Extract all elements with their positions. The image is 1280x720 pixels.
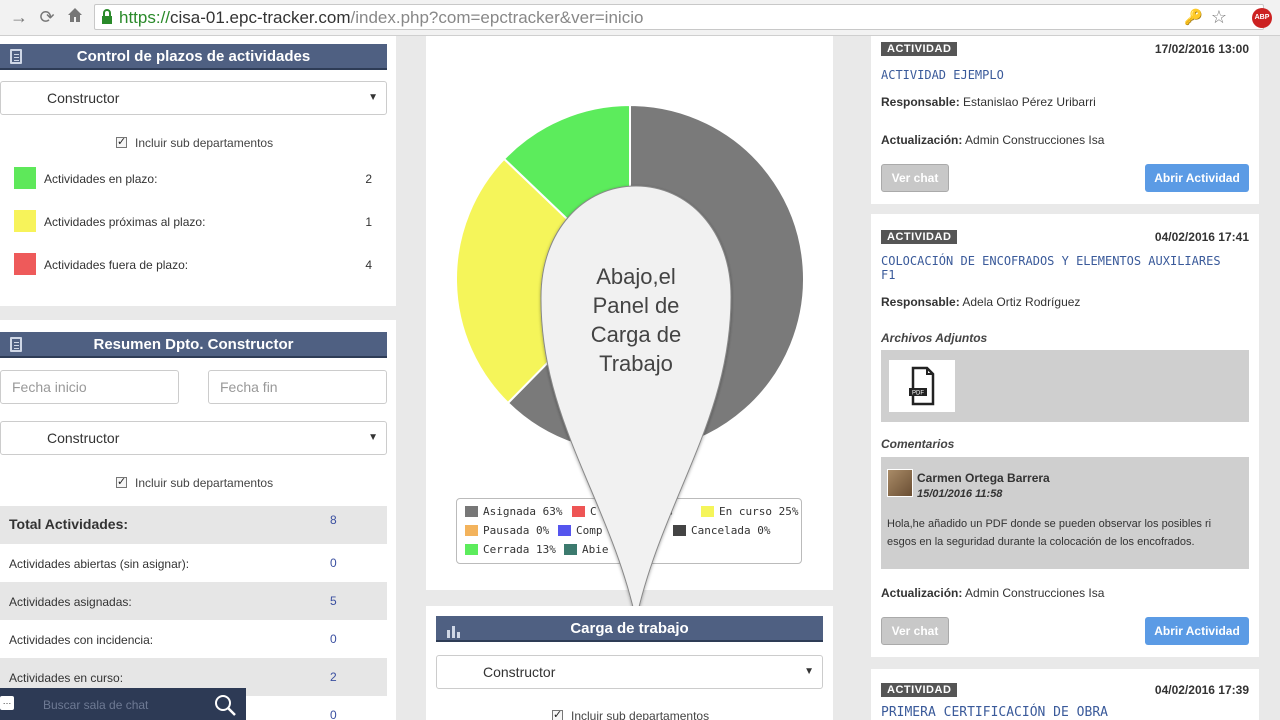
abrir-actividad-button[interactable]: Abrir Actividad xyxy=(1145,617,1249,645)
checkbox-icon[interactable] xyxy=(116,475,127,488)
svg-text:PDF: PDF xyxy=(912,391,924,397)
plazos-department-value: Constructor xyxy=(47,90,120,106)
ver-chat-button[interactable]: Ver chat xyxy=(881,164,949,192)
browser-toolbar: → ⟳ https://cisa-01.epc-tracker.com/inde… xyxy=(0,0,1280,36)
fecha-fin-input[interactable]: Fecha fin xyxy=(208,370,387,404)
activity-title-link[interactable]: COLOCACIÓN DE ENCOFRADOS Y ELEMENTOS AUX… xyxy=(881,254,1241,282)
status-pie-chart xyxy=(455,103,805,454)
comentarios-label: Comentarios xyxy=(881,437,955,451)
comment-author: Carmen Ortega Barrera xyxy=(917,471,1050,485)
activity-date: 17/02/2016 13:00 xyxy=(1154,42,1249,56)
adjuntos-label: Archivos Adjuntos xyxy=(881,331,988,345)
chevron-down-icon: ▼ xyxy=(368,92,378,103)
bookmark-star-icon[interactable]: ☆ xyxy=(1211,7,1227,28)
activity-actualizacion: Actualización: Admin Construcciones Isa xyxy=(881,586,1105,600)
activity-title-link[interactable]: PRIMERA CERTIFICACIÓN DE OBRA xyxy=(881,706,1241,720)
carga-header: Carga de trabajo xyxy=(436,616,823,642)
activity-card: ACTIVIDAD 17/02/2016 13:00 ACTIVIDAD EJE… xyxy=(871,36,1259,204)
avatar xyxy=(887,469,913,497)
status-row-fuera: Actividades fuera de plazo: 4 xyxy=(14,253,374,277)
plazos-department-select[interactable]: Constructor ▼ xyxy=(0,81,387,115)
lock-icon xyxy=(101,9,113,25)
adblock-icon[interactable]: ABP xyxy=(1252,8,1272,28)
fecha-inicio-input[interactable]: Fecha inicio xyxy=(0,370,179,404)
resumen-panel: Resumen Dpto. Constructor Fecha inicio F… xyxy=(0,320,396,720)
plazos-title: Control de plazos de actividades xyxy=(76,48,311,65)
resumen-department-select[interactable]: Constructor ▼ xyxy=(0,421,387,455)
comment-text: Hola,he añadido un PDF donde se pueden o… xyxy=(887,518,1212,548)
plazos-panel: Control de plazos de actividades Constru… xyxy=(0,36,396,306)
document-icon xyxy=(10,49,22,64)
chat-icon[interactable]: … xyxy=(0,696,14,710)
summary-row: Actividades con incidencia: 0 xyxy=(9,632,337,647)
summary-row: Actividades asignadas: 5 xyxy=(0,582,387,620)
activity-card: ACTIVIDAD 04/02/2016 17:41 COLOCACIÓN DE… xyxy=(871,214,1259,657)
resumen-header: Resumen Dpto. Constructor xyxy=(0,332,387,358)
activity-badge: ACTIVIDAD xyxy=(881,230,958,244)
resumen-title: Resumen Dpto. Constructor xyxy=(93,336,294,353)
summary-row-total: Total Actividades: 8 xyxy=(0,506,387,544)
activity-responsable: Responsable: Adela Ortiz Rodríguez xyxy=(881,295,1081,309)
activity-actualizacion: Actualización: Admin Construcciones Isa xyxy=(881,133,1105,147)
checkbox-icon[interactable] xyxy=(552,708,563,720)
status-row-en-plazo: Actividades en plazo: 2 xyxy=(14,167,374,191)
home-icon[interactable] xyxy=(64,6,86,28)
search-icon[interactable] xyxy=(213,693,237,720)
comment-box: Carmen Ortega Barrera 15/01/2016 11:58 H… xyxy=(881,457,1249,569)
activity-date: 04/02/2016 17:41 xyxy=(1154,230,1249,244)
carga-title: Carga de trabajo xyxy=(570,620,689,637)
checkbox-icon[interactable] xyxy=(116,135,127,148)
carga-include-sub[interactable]: Incluir sub departamentos xyxy=(552,708,709,720)
yellow-swatch xyxy=(14,210,36,232)
carga-panel: Carga de trabajo Constructor ▼ Incluir s… xyxy=(426,606,833,720)
document-icon xyxy=(10,337,22,352)
green-swatch xyxy=(14,167,36,189)
carga-department-select[interactable]: Constructor ▼ xyxy=(436,655,823,689)
ver-chat-button[interactable]: Ver chat xyxy=(881,617,949,645)
status-row-proximas: Actividades próximas al plazo: 1 xyxy=(14,210,374,234)
comment-date: 15/01/2016 11:58 xyxy=(917,488,1003,500)
red-swatch xyxy=(14,253,36,275)
plazos-header: Control de plazos de actividades xyxy=(0,44,387,70)
plazos-include-sub[interactable]: Incluir sub departamentos xyxy=(116,135,273,150)
address-bar[interactable]: https://cisa-01.epc-tracker.com/index.ph… xyxy=(94,4,1264,30)
activity-title-link[interactable]: ACTIVIDAD EJEMPLO xyxy=(881,68,1241,82)
key-icon[interactable]: 🔑 xyxy=(1184,8,1203,26)
abrir-actividad-button[interactable]: Abrir Actividad xyxy=(1145,164,1249,192)
chart-legend: Asignada 63% C 0% En curso 25% Pausada 0… xyxy=(456,498,802,564)
activity-badge: ACTIVIDAD xyxy=(881,683,958,697)
url-text: https://cisa-01.epc-tracker.com/index.ph… xyxy=(119,8,644,27)
forward-icon[interactable]: → xyxy=(8,6,30,28)
chevron-down-icon: ▼ xyxy=(368,432,378,443)
activity-responsable: Responsable: Estanislao Pérez Uribarri xyxy=(881,95,1096,109)
pdf-attachment[interactable]: PDF xyxy=(889,360,955,412)
chat-search-bar[interactable]: … Buscar sala de chat xyxy=(0,688,246,720)
bar-chart-icon xyxy=(446,621,462,647)
resumen-include-sub[interactable]: Incluir sub departamentos xyxy=(116,475,273,490)
activity-badge: ACTIVIDAD xyxy=(881,42,958,56)
activity-card: ACTIVIDAD 04/02/2016 17:39 PRIMERA CERTI… xyxy=(871,669,1259,720)
chat-search-input[interactable]: Buscar sala de chat xyxy=(43,698,148,712)
chevron-down-icon: ▼ xyxy=(804,666,814,677)
summary-row: Actividades abiertas (sin asignar): 0 xyxy=(9,556,337,571)
activity-date: 04/02/2016 17:39 xyxy=(1154,683,1249,697)
attachments-box: PDF xyxy=(881,350,1249,422)
reload-icon[interactable]: ⟳ xyxy=(36,6,58,28)
